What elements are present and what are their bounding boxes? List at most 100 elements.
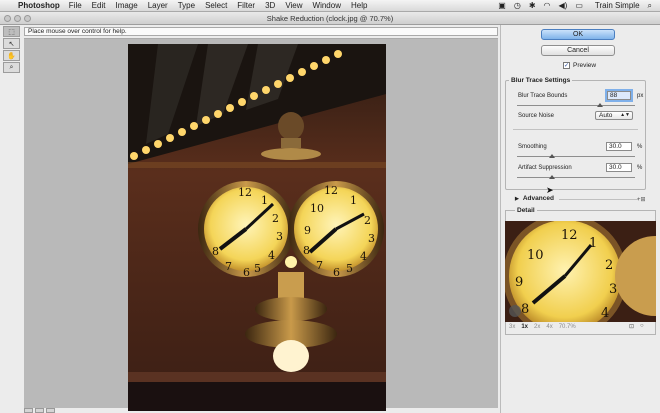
hand-tool-icon[interactable]: ✋ [3,50,20,61]
svg-text:1: 1 [261,194,268,207]
menu-filter[interactable]: Filter [237,1,255,10]
spotlight-icon[interactable]: ⌕ [648,1,652,11]
svg-text:3: 3 [368,232,375,245]
menu-edit[interactable]: Edit [92,1,106,10]
source-noise-value: Auto [599,112,613,119]
smoothing-label: Smoothing [518,144,547,150]
status-icon-c[interactable] [46,408,55,413]
zoom-2x[interactable]: 2x [534,324,540,330]
divider [513,129,638,130]
menu-type[interactable]: Type [178,1,195,10]
menu-window[interactable]: Window [313,1,341,10]
bluetooth-icon[interactable]: ✱ [529,1,536,10]
zoom-window-icon[interactable] [24,15,31,22]
ok-button[interactable]: OK [541,29,615,40]
blur-estimation-tool-icon[interactable]: ⬚ [3,26,20,37]
svg-text:6: 6 [333,266,340,279]
svg-text:9: 9 [304,224,311,237]
smoothing-slider[interactable] [517,154,635,158]
svg-text:4: 4 [268,249,275,262]
dropbox-icon[interactable]: ▣ [498,1,506,10]
blur-trace-bounds-unit: px [637,93,644,99]
svg-text:4: 4 [601,306,609,321]
svg-text:3: 3 [609,282,617,297]
svg-text:5: 5 [254,262,261,275]
close-window-icon[interactable] [4,15,11,22]
menu-3d[interactable]: 3D [265,1,275,10]
zoom-1x[interactable]: 1x [521,324,528,330]
smoothing-thumb[interactable] [549,154,555,158]
menu-help[interactable]: Help [351,1,367,10]
detail-loupe-image[interactable]: 12 12 34 10 9 8 [505,221,656,322]
artifact-suppression-thumb[interactable] [549,175,555,179]
svg-text:1: 1 [589,236,597,251]
menu-layer[interactable]: Layer [148,1,168,10]
zoom-tool-icon[interactable]: ⌕ [3,62,20,73]
preview-canvas[interactable]: 12 1 2 345 678 12 1 2 345 6789 10 [24,38,498,411]
blur-trace-bounds-thumb[interactable] [597,103,603,107]
svg-text:7: 7 [225,260,232,273]
artifact-suppression-slider[interactable] [517,175,635,179]
zoom-3x[interactable]: 3x [509,324,515,330]
zoom-percent[interactable]: 70.7% [559,324,576,330]
svg-text:2: 2 [364,214,371,227]
svg-text:10: 10 [310,202,324,215]
time-machine-icon[interactable]: ◷ [514,1,521,10]
detail-title: Detail [515,207,537,214]
select-arrows-icon: ▲▼ [620,112,630,118]
blur-trace-bounds-input[interactable]: 88 [605,89,633,102]
artifact-suppression-unit: % [637,165,643,171]
blur-trace-title: Blur Trace Settings [509,77,573,84]
advanced-label: Advanced [522,195,554,202]
svg-text:10: 10 [527,248,544,263]
svg-text:5: 5 [346,262,353,275]
dialog-title: Shake Reduction (clock.jpg @ 70.7%) [266,14,394,23]
blur-trace-bounds-label: Blur Trace Bounds [518,93,568,99]
dialog-titlebar: Shake Reduction (clock.jpg @ 70.7%) [0,12,660,25]
smoothing-unit: % [637,144,643,150]
blur-trace-bounds-slider[interactable] [517,103,635,107]
preview-checkbox[interactable]: ✓ Preview [563,62,596,69]
blur-direction-tool-icon[interactable]: ↖ [3,38,20,49]
battery-icon[interactable]: ▭ [575,1,583,10]
window-controls [4,15,31,22]
status-area: ▣ ◷ ✱ ◠ ◀) ▭ Train Simple ⌕ [498,1,660,11]
advanced-divider [559,199,639,200]
volume-icon[interactable]: ◀) [559,1,568,10]
user-name[interactable]: Train Simple [595,1,640,10]
menu-select[interactable]: Select [205,1,227,10]
zoom-4x[interactable]: 4x [546,324,552,330]
svg-text:12: 12 [324,184,338,197]
source-noise-select[interactable]: Auto ▲▼ [595,111,633,120]
svg-text:12: 12 [238,186,252,199]
smoothing-input[interactable]: 30.0 [606,142,632,151]
svg-text:7: 7 [316,259,323,272]
svg-text:1: 1 [350,194,357,207]
svg-text:2: 2 [605,258,613,273]
wifi-icon[interactable]: ◠ [544,1,551,10]
source-noise-label: Source Noise [518,113,555,119]
svg-text:8: 8 [212,245,219,258]
menu-image[interactable]: Image [115,1,137,10]
cancel-button[interactable]: Cancel [541,45,615,56]
artifact-suppression-label: Artifact Suppression [518,165,572,171]
advanced-disclosure[interactable]: ▶ Advanced [515,195,554,202]
svg-text:9: 9 [515,275,523,290]
disclosure-triangle-icon[interactable]: ▶ [515,196,519,202]
menu-app-name[interactable]: Photoshop [18,1,60,10]
loupe-toggle-icon[interactable]: ○ [640,323,644,330]
menu-file[interactable]: File [69,1,82,10]
svg-text:6: 6 [243,266,250,279]
preview-check-icon[interactable]: ✓ [563,62,570,69]
menu-view[interactable]: View [285,1,302,10]
canvas-status-bar [24,408,498,413]
svg-text:3: 3 [276,230,283,243]
status-icon-b[interactable] [35,408,44,413]
artifact-suppression-input[interactable]: 30.0 [606,163,632,172]
minimize-window-icon[interactable] [14,15,21,22]
status-icon-a[interactable] [24,408,33,413]
new-trace-icon[interactable]: ⊡ [629,323,634,330]
svg-text:2: 2 [272,212,279,225]
add-blur-trace-icon[interactable]: +⊞ [637,196,646,203]
detail-icons: ⊡ ○ [629,323,644,330]
